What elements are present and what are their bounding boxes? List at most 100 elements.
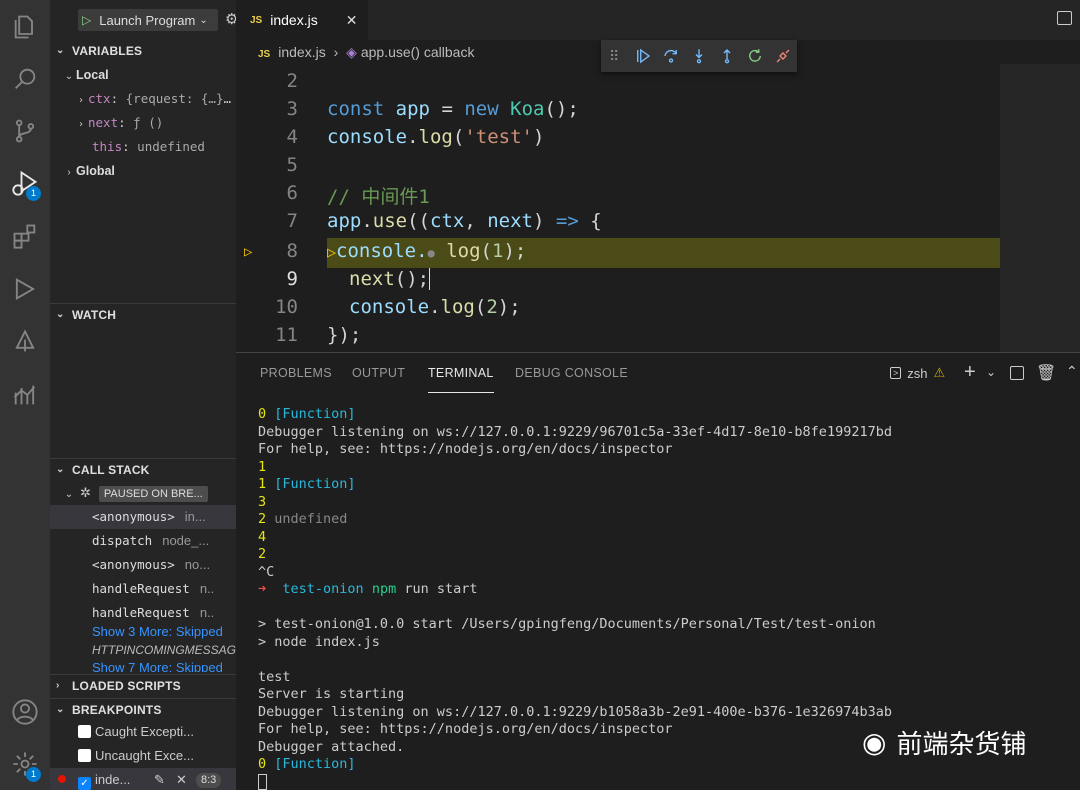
terminal-line: 0 [Function] [258,406,356,422]
js-file-icon: JS [250,14,263,26]
timeline-icon[interactable] [0,318,50,366]
terminal-icon: > [890,367,902,379]
terminal-line: ^C [258,564,275,580]
checkbox[interactable] [78,749,91,762]
chevron-down-icon[interactable]: ⌄ [986,365,996,379]
code-line: next(); [349,268,431,290]
disconnect-button[interactable] [769,42,797,70]
split-terminal-icon[interactable] [1010,366,1024,380]
terminal-line: Debugger attached. [258,739,405,755]
step-over-button[interactable] [657,42,685,70]
step-out-button[interactable] [713,42,741,70]
line-number: 4 [286,126,298,148]
watermark: ◉ 前端杂货铺 [862,727,1027,759]
start-debug-icon[interactable]: ▷ [82,13,91,27]
chevron-down-icon: ⌄ [56,464,65,475]
local-scope[interactable]: ⌄ Local [50,63,236,87]
chevron-up-icon[interactable]: ⌃ [1066,363,1078,380]
activity-bar: 1 1 [0,0,50,790]
variable-next[interactable]: › next: ƒ () [50,111,236,135]
source-control-icon[interactable] [0,107,50,155]
show-more-link[interactable]: Show 7 More: Skipped [50,658,236,672]
stack-frame[interactable]: <anonymous> in... [50,505,236,529]
terminal-line: Debugger listening on ws://127.0.0.1:922… [258,704,892,720]
breadcrumb-symbol[interactable]: app.use() callback [361,44,475,60]
variable-ctx[interactable]: › ctx: {request: {…}, … [50,87,236,111]
stack-frame[interactable]: <anonymous> no... [50,553,236,577]
watch-header[interactable]: ⌄ WATCH [50,303,236,325]
chevron-down-icon: ⌄ [56,45,65,56]
breakpoints-header[interactable]: ⌄ BREAKPOINTS [50,698,236,720]
show-more-link[interactable]: Show 3 More: Skipped [50,622,236,642]
gear-icon[interactable]: ⚙ [225,10,236,28]
settings-gear-icon[interactable]: 1 [0,740,50,788]
chevron-right-icon: › [56,680,60,691]
breakpoint-caught[interactable]: Caught Excepti... [50,720,236,744]
debug-sidebar: ▷ Launch Program ⌄ ⚙ ⌄ VARIABLES ⌄ Local ›… [50,0,236,790]
chart-icon[interactable] [0,371,50,419]
debug-toolbar: ⠿ [601,40,797,72]
terminal-line: 1 [Function] [258,476,356,492]
remote-icon[interactable] [0,265,50,313]
close-tab-icon[interactable]: ✕ [346,12,358,29]
split-editor-icon[interactable] [1057,11,1072,25]
terminal-line: 1 [258,459,267,475]
code-line-current: ▷console.● log(1); [327,240,527,262]
terminal-line: 3 [258,494,267,510]
chevron-down-icon: ⌄ [56,309,65,320]
terminal-cursor [258,774,267,790]
code-editor[interactable]: 2 3 4 5 6 7 8 9 10 11 ▷ const app = new … [236,64,1080,352]
chevron-right-icon: › [77,119,85,130]
launch-config-select[interactable]: ▷ Launch Program ⌄ [78,9,218,31]
variable-this[interactable]: this: undefined [50,135,236,159]
account-icon[interactable] [0,688,50,736]
loaded-scripts-header[interactable]: › LOADED SCRIPTS [50,674,236,696]
line-number: 10 [275,296,298,318]
chevron-right-icon: › [333,44,339,60]
call-stack-header[interactable]: ⌄ CALL STACK [50,458,236,480]
trash-icon[interactable]: 🗑 [1036,363,1056,383]
new-terminal-icon[interactable]: + [964,361,976,384]
tab-debug-console[interactable]: DEBUG CONSOLE [515,353,628,393]
explorer-icon[interactable] [0,3,50,51]
terminal-line: For help, see: https://nodejs.org/en/doc… [258,721,673,737]
terminal-line: > node index.js [258,634,380,650]
breakpoint-dot-icon [58,775,66,783]
global-scope[interactable]: › Global [50,159,236,183]
search-icon[interactable] [0,55,50,103]
chevron-down-icon: ⌄ [199,14,208,26]
terminal-line: test [258,669,291,685]
breakpoint-current-icon[interactable]: ▷ [244,244,252,260]
code-line: // 中间件1 [327,186,430,208]
terminal-shell-selector[interactable]: > zsh ⚠ [890,365,945,381]
close-icon[interactable]: ✕ [176,768,187,790]
run-debug-icon[interactable]: 1 [0,159,50,207]
checkbox-checked[interactable]: ✓ [78,777,91,790]
stack-frame[interactable]: handleRequest n.. [50,577,236,601]
line-number: 9 [286,268,298,290]
step-into-button[interactable] [685,42,713,70]
thread-row[interactable]: ⌄ ✲ PAUSED ON BRE... [50,481,236,505]
checkbox[interactable] [78,725,91,738]
tab-index-js[interactable]: JS index.js ✕ [236,0,368,40]
line-number: 7 [286,210,298,232]
extensions-icon[interactable] [0,212,50,260]
continue-button[interactable] [629,42,657,70]
edit-pencil-icon[interactable]: ✎ [154,768,165,790]
minimap[interactable] [1000,64,1080,352]
tab-output[interactable]: OUTPUT [352,353,405,393]
line-number: 6 [286,182,298,204]
debug-config-bar: ▷ Launch Program ⌄ ⚙ [50,0,236,40]
stack-frame[interactable]: dispatch node_... [50,529,236,553]
breakpoint-uncaught[interactable]: Uncaught Exce... [50,744,236,768]
drag-handle-icon[interactable]: ⠿ [609,48,629,65]
breadcrumb-file[interactable]: index.js [278,44,325,60]
bug-icon: ✲ [80,485,91,500]
launch-config-label: Launch Program [99,12,196,28]
breakpoint-file[interactable]: ✓ inde... ✎ ✕ 8:3 [50,768,236,790]
variables-header[interactable]: ⌄ VARIABLES [50,40,236,62]
tab-terminal[interactable]: TERMINAL [428,353,494,393]
restart-button[interactable] [741,42,769,70]
tab-problems[interactable]: PROBLEMS [260,353,332,393]
editor-tab-bar: JS index.js ✕ [236,0,1080,40]
